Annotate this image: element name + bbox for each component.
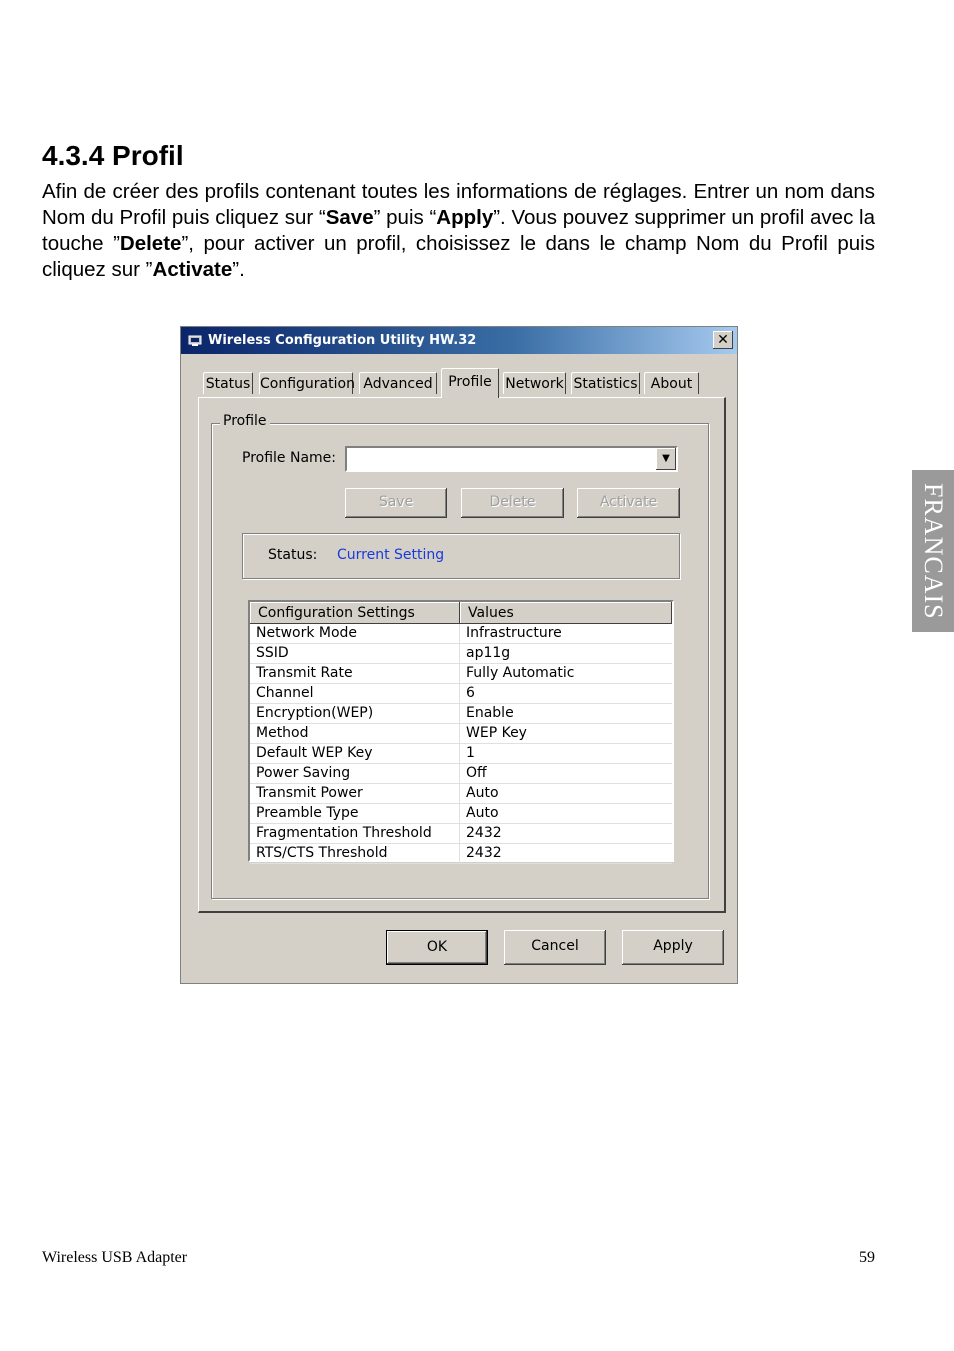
tab-statistics[interactable]: Statistics	[571, 372, 640, 394]
section-heading: 4.3.4 Profil	[42, 140, 184, 171]
cancel-button[interactable]: Cancel	[504, 930, 606, 965]
title-bar: Wireless Configuration Utility HW.32 ✕	[181, 327, 737, 354]
close-button[interactable]: ✕	[713, 331, 733, 349]
table-row[interactable]: Preamble Type Auto	[250, 804, 672, 824]
setting-value-cell: 6	[466, 685, 475, 701]
table-row[interactable]: Channel 6	[250, 684, 672, 704]
table-row[interactable]: Network Mode Infrastructure	[250, 624, 672, 644]
setting-name-cell: Preamble Type	[250, 804, 460, 823]
setting-name-cell: Channel	[250, 684, 460, 703]
setting-name-cell: Method	[250, 724, 460, 743]
activate-button[interactable]: Activate	[577, 488, 680, 518]
table-row[interactable]: Transmit Power Auto	[250, 784, 672, 804]
setting-name-cell: Transmit Power	[250, 784, 460, 803]
intro-text-run: ” puis “	[373, 206, 437, 229]
table-row[interactable]: Transmit Rate Fully Automatic	[250, 664, 672, 684]
setting-name-cell: SSID	[250, 644, 460, 663]
setting-value-cell: ap11g	[466, 645, 511, 661]
setting-value-cell: 1	[466, 745, 475, 761]
language-side-tab: FRANCAIS	[912, 470, 954, 632]
page-number: 59	[859, 1249, 875, 1266]
profile-group-label: Profile	[220, 413, 270, 429]
intro-paragraph: Afin de créer des profils contenant tout…	[42, 179, 875, 283]
table-row[interactable]: Power Saving Off	[250, 764, 672, 784]
setting-value-cell: 2432	[466, 825, 502, 841]
intro-text-run: ”.	[232, 258, 245, 281]
table-row[interactable]: Default WEP Key 1	[250, 744, 672, 764]
intro-bold-term: Apply	[436, 206, 494, 229]
save-button[interactable]: Save	[345, 488, 447, 518]
tab-profile[interactable]: Profile	[441, 368, 499, 398]
setting-value-cell: Auto	[466, 805, 499, 821]
language-side-tab-label: FRANCAIS	[919, 482, 948, 620]
setting-name-cell: Transmit Rate	[250, 664, 460, 683]
intro-bold-term: Save	[325, 206, 374, 229]
setting-name-cell: Network Mode	[250, 624, 460, 643]
intro-bold-term: Delete	[119, 232, 182, 255]
setting-value-cell: WEP Key	[466, 725, 527, 741]
setting-name-cell: RTS/CTS Threshold	[250, 844, 460, 863]
table-row[interactable]: Encryption(WEP) Enable	[250, 704, 672, 724]
tab-advanced[interactable]: Advanced	[359, 372, 437, 394]
delete-button[interactable]: Delete	[461, 488, 564, 518]
monitor-icon	[188, 335, 202, 346]
tab-status[interactable]: Status	[203, 372, 253, 394]
table-row[interactable]: Method WEP Key	[250, 724, 672, 744]
setting-value-cell: Infrastructure	[466, 625, 562, 641]
config-utility-window: Wireless Configuration Utility HW.32 ✕ S…	[180, 326, 738, 984]
table-row[interactable]: Fragmentation Threshold 2432	[250, 824, 672, 844]
table-body: Network Mode Infrastructure SSID ap11g Trans…	[250, 624, 672, 864]
profile-name-combobox[interactable]: ▼	[345, 446, 678, 472]
tab-network[interactable]: Network	[503, 372, 566, 394]
window-title: Wireless Configuration Utility HW.32	[208, 333, 477, 348]
column-header-values[interactable]: Values	[460, 602, 672, 624]
table-row[interactable]: SSID ap11g	[250, 644, 672, 664]
status-value: Current Setting	[337, 547, 445, 563]
profile-name-label: Profile Name:	[242, 450, 337, 466]
footer-product-name: Wireless USB Adapter	[42, 1249, 188, 1266]
intro-bold-term: Activate	[152, 258, 233, 281]
setting-value-cell: Enable	[466, 705, 514, 721]
tab-about[interactable]: About	[644, 372, 699, 394]
apply-button[interactable]: Apply	[622, 930, 724, 965]
table-row[interactable]: RTS/CTS Threshold 2432	[250, 844, 672, 864]
setting-value-cell: Fully Automatic	[466, 665, 575, 681]
setting-name-cell: Fragmentation Threshold	[250, 824, 460, 843]
setting-value-cell: 2432	[466, 845, 502, 861]
setting-name-cell: Default WEP Key	[250, 744, 460, 763]
dropdown-arrow-icon[interactable]: ▼	[656, 448, 676, 470]
ok-button[interactable]: OK	[386, 930, 488, 965]
table-header: Configuration Settings Values	[250, 602, 672, 624]
status-label: Status:	[268, 547, 318, 563]
setting-value-cell: Off	[466, 765, 487, 781]
status-box: Status: Current Setting	[242, 533, 680, 579]
tab-configuration[interactable]: Configuration	[259, 372, 355, 394]
setting-value-cell: Auto	[466, 785, 499, 801]
column-header-settings[interactable]: Configuration Settings	[250, 602, 460, 624]
setting-name-cell: Power Saving	[250, 764, 460, 783]
setting-name-cell: Encryption(WEP)	[250, 704, 460, 723]
settings-table[interactable]: Configuration Settings Values Network Mo…	[248, 600, 674, 864]
